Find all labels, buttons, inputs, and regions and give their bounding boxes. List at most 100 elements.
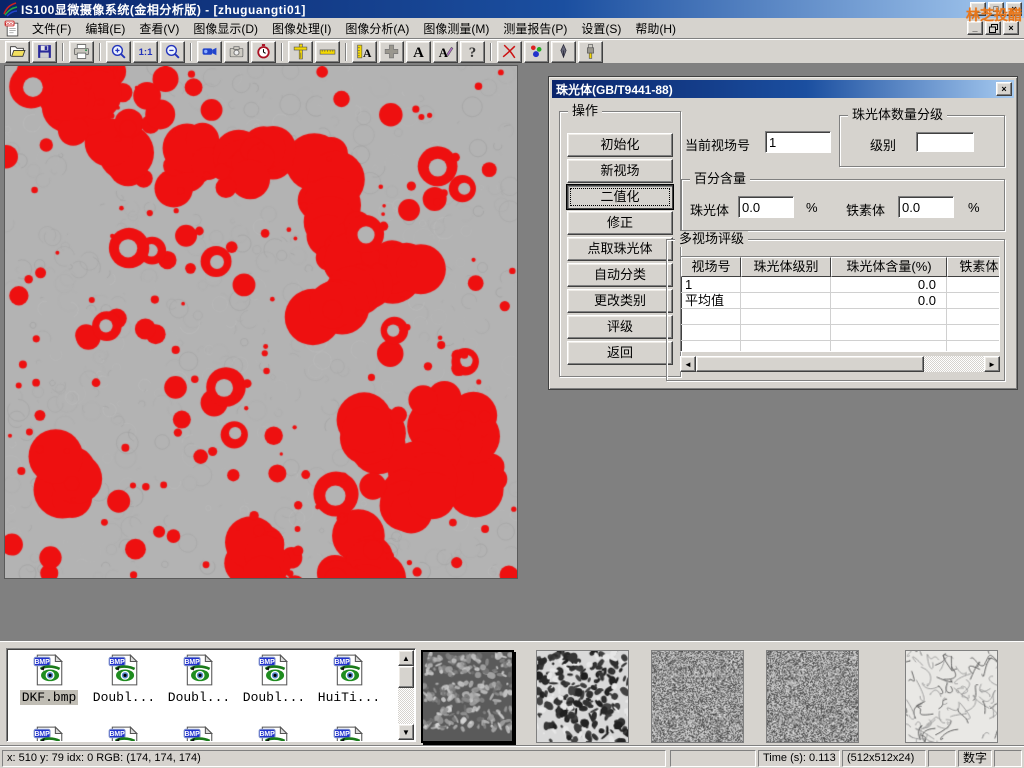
file-item-doubl-[interactable]: BMPDoubl... — [163, 653, 235, 705]
menu-item-4[interactable]: 图像显示(D) — [186, 20, 265, 38]
table-row[interactable] — [681, 309, 999, 325]
thumbnail-3[interactable] — [651, 650, 744, 743]
scroll-down-icon[interactable]: ▼ — [398, 724, 414, 740]
file-item-row2[interactable]: BMP — [163, 725, 235, 742]
save-icon[interactable] — [32, 41, 57, 63]
table-row[interactable] — [681, 341, 999, 352]
table-header-4[interactable]: 铁素体含量(%) — [947, 257, 1000, 277]
close-button[interactable]: × — [1006, 2, 1022, 16]
percent-group: 百分含量 珠光体 铁素体 % % — [681, 179, 1005, 231]
menu-items: 文件(F)编辑(E)查看(V)图像显示(D)图像处理(I)图像分析(A)图像测量… — [25, 20, 683, 37]
thumbnail-5[interactable] — [905, 650, 998, 743]
file-label: Doubl... — [91, 690, 157, 705]
table-row[interactable]: 平均值0.0 — [681, 293, 999, 309]
thumbnail-1[interactable] — [421, 650, 514, 743]
rating-table[interactable]: 视场号珠光体级别珠光体含量(%)铁素体含量(%)10.0平均值0.0 — [680, 256, 1000, 352]
ruler-icon[interactable] — [315, 41, 340, 63]
dialog-title-bar[interactable]: 珠光体(GB/T9441-88) × — [552, 80, 1014, 98]
maximize-button[interactable]: □ — [988, 2, 1004, 16]
file-item-huiti-[interactable]: BMPHuiTi... — [313, 653, 385, 705]
dialog-button-4[interactable]: 修正 — [567, 211, 673, 235]
dialog-close-icon[interactable]: × — [996, 82, 1012, 96]
menu-item-10[interactable]: 帮助(H) — [628, 20, 683, 38]
dialog-button-3[interactable]: 二值化 — [567, 185, 673, 209]
file-label: HuiTi... — [316, 690, 382, 705]
pen-icon[interactable] — [551, 41, 576, 63]
micrograph-image[interactable] — [4, 65, 518, 579]
scroll-right-icon[interactable]: ► — [984, 356, 1000, 372]
thumbnail-4[interactable] — [766, 650, 859, 743]
menu-item-8[interactable]: 测量报告(P) — [496, 20, 574, 38]
video-camera-icon[interactable] — [197, 41, 222, 63]
scroll-up-icon[interactable]: ▲ — [398, 650, 414, 666]
table-header-1[interactable]: 视场号 — [681, 257, 741, 277]
measure-text-icon[interactable]: A — [352, 41, 377, 63]
help-icon[interactable]: ? — [460, 41, 485, 63]
svg-text:BMP: BMP — [184, 659, 200, 666]
hscroll-thumb[interactable] — [696, 356, 924, 372]
table-hscrollbar[interactable]: ◄ ► — [680, 356, 1000, 372]
dialog-button-9[interactable]: 返回 — [567, 341, 673, 365]
toolbar-separator — [281, 43, 283, 61]
curve-cut-icon[interactable] — [497, 41, 522, 63]
print-icon[interactable] — [69, 41, 94, 63]
status-empty-3 — [994, 750, 1022, 767]
menu-item-5[interactable]: 图像处理(I) — [265, 20, 338, 38]
thumbnail-image — [537, 651, 628, 742]
grade-input[interactable] — [916, 132, 974, 152]
file-item-doubl-[interactable]: BMPDoubl... — [238, 653, 310, 705]
table-cell — [947, 277, 1000, 292]
timer-icon[interactable] — [251, 41, 276, 63]
thumbnail-2[interactable] — [536, 650, 629, 743]
menu-item-1[interactable]: 文件(F) — [25, 20, 78, 38]
document-icon[interactable]: DOC — [4, 20, 21, 37]
dialog-button-5[interactable]: 点取珠光体 — [567, 237, 673, 261]
menu-item-2[interactable]: 编辑(E) — [78, 20, 132, 38]
register-cross-icon[interactable] — [379, 41, 404, 63]
file-item-doubl-[interactable]: BMP Doubl... — [88, 653, 160, 705]
table-row[interactable] — [681, 325, 999, 341]
open-icon[interactable] — [5, 41, 30, 63]
pearlite-percent-input[interactable] — [738, 196, 794, 218]
dialog-button-2[interactable]: 新视场 — [567, 159, 673, 183]
file-browser[interactable]: ▲ ▼ BMPDKF.bmpBMPDoubl...BMPDoubl...BMPD… — [6, 648, 416, 742]
file-item-row2[interactable]: BMP — [88, 725, 160, 742]
file-item-row2[interactable]: BMP — [13, 725, 85, 742]
table-header-3[interactable]: 珠光体含量(%) — [831, 257, 947, 277]
dialog-button-6[interactable]: 自动分类 — [567, 263, 673, 287]
menu-item-6[interactable]: 图像分析(A) — [338, 20, 416, 38]
table-row[interactable]: 10.0 — [681, 277, 999, 293]
dialog-button-7[interactable]: 更改类别 — [567, 289, 673, 313]
ferrite-percent-input[interactable] — [898, 196, 954, 218]
table-header-2[interactable]: 珠光体级别 — [741, 257, 831, 277]
dialog-button-8[interactable]: 评级 — [567, 315, 673, 339]
file-item-row2[interactable]: BMP — [313, 725, 385, 742]
toolbar-separator — [99, 43, 101, 61]
vscroll-thumb[interactable] — [398, 666, 414, 688]
annotate-icon[interactable]: A — [433, 41, 458, 63]
mdi-restore-button[interactable] — [985, 21, 1001, 35]
minimize-button[interactable]: _ — [970, 2, 986, 16]
zoom-out-icon[interactable] — [160, 41, 185, 63]
particle-mark-icon[interactable] — [524, 41, 549, 63]
menu-item-7[interactable]: 图像测量(M) — [416, 20, 496, 38]
file-item-row2[interactable]: BMP — [238, 725, 310, 742]
camera-icon[interactable] — [224, 41, 249, 63]
file-item-dkf-bmp[interactable]: BMPDKF.bmp — [13, 653, 85, 705]
menu-item-3[interactable]: 查看(V) — [132, 20, 186, 38]
brush-icon[interactable] — [578, 41, 603, 63]
caliper-icon[interactable] — [288, 41, 313, 63]
text-icon[interactable]: A — [406, 41, 431, 63]
current-field-input[interactable] — [765, 131, 831, 153]
table-cell — [831, 325, 947, 340]
file-vscrollbar[interactable]: ▲ ▼ — [398, 650, 414, 740]
mdi-minimize-button[interactable]: _ — [967, 21, 983, 35]
dialog-button-1[interactable]: 初始化 — [567, 133, 673, 157]
menu-item-9[interactable]: 设置(S) — [574, 20, 628, 38]
mdi-close-button[interactable]: × — [1003, 21, 1019, 35]
svg-text:BMP: BMP — [109, 659, 125, 666]
scroll-left-icon[interactable]: ◄ — [680, 356, 696, 372]
actual-size-icon[interactable]: 1:1 — [133, 41, 158, 63]
table-cell: 1 — [681, 277, 741, 292]
zoom-in-icon[interactable] — [106, 41, 131, 63]
